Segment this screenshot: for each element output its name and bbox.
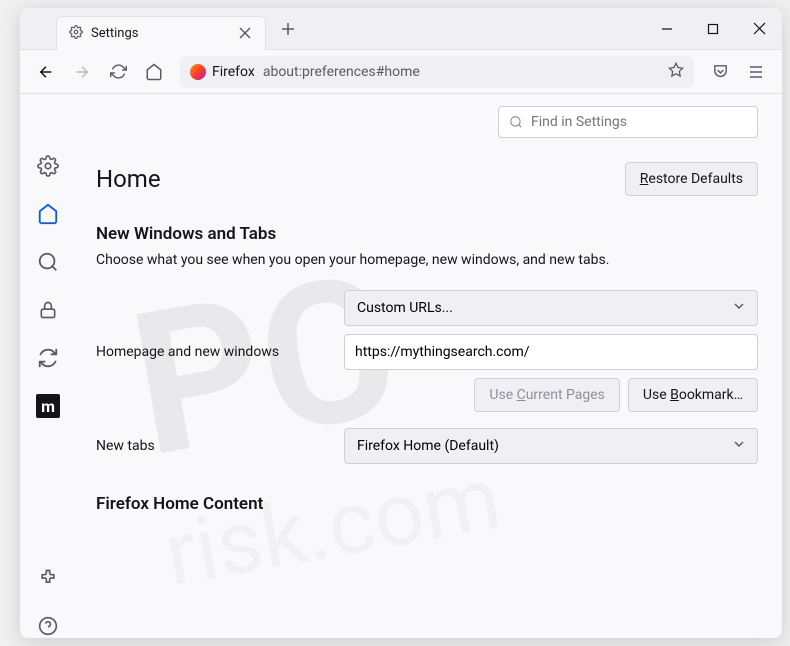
close-window-button[interactable]: [736, 8, 782, 50]
back-button[interactable]: [30, 56, 62, 88]
page-title: Home: [96, 165, 161, 193]
pocket-button[interactable]: [704, 56, 736, 88]
browser-window: Settings Firefox about:preferences#home: [20, 8, 782, 638]
newtabs-label: New tabs: [96, 438, 332, 454]
menu-button[interactable]: [740, 56, 772, 88]
help-icon[interactable]: [36, 614, 60, 638]
content-area: PCrisk.com m Home Restore Defaults: [20, 94, 782, 638]
more-from-mozilla-icon[interactable]: m: [36, 394, 60, 418]
new-tab-button[interactable]: [274, 15, 302, 43]
homepage-select-value: Custom URLs...: [357, 300, 453, 316]
use-bookmark-button[interactable]: Use Bookmark…: [628, 378, 758, 412]
settings-sidebar: m: [20, 94, 76, 638]
homepage-field-label: Homepage and new windows: [96, 344, 332, 360]
tab-title: Settings: [91, 26, 229, 41]
minimize-button[interactable]: [644, 8, 690, 50]
maximize-button[interactable]: [690, 8, 736, 50]
home-button[interactable]: [138, 56, 170, 88]
newtabs-select-value: Firefox Home (Default): [357, 438, 499, 454]
gear-icon: [69, 24, 83, 43]
nav-toolbar: Firefox about:preferences#home: [20, 50, 782, 94]
general-icon[interactable]: [36, 154, 60, 178]
sync-icon[interactable]: [36, 346, 60, 370]
browser-tab[interactable]: Settings: [56, 16, 266, 50]
privacy-icon[interactable]: [36, 298, 60, 322]
reload-button[interactable]: [102, 56, 134, 88]
section-description: Choose what you see when you open your h…: [96, 252, 758, 268]
settings-main: Home Restore Defaults New Windows and Ta…: [76, 94, 782, 638]
section-firefox-home-content: Firefox Home Content: [96, 494, 758, 514]
chevron-down-icon: [733, 438, 745, 454]
forward-button[interactable]: [66, 56, 98, 88]
bookmark-star-icon[interactable]: [668, 62, 684, 82]
home-section-icon[interactable]: [36, 202, 60, 226]
restore-defaults-button[interactable]: Restore Defaults: [625, 162, 758, 196]
settings-search-input[interactable]: [531, 114, 747, 130]
chevron-down-icon: [733, 300, 745, 316]
firefox-identity: Firefox: [190, 64, 255, 80]
homepage-url-input[interactable]: [344, 334, 758, 370]
use-current-pages-button[interactable]: Use Current Pages: [474, 378, 620, 412]
close-icon[interactable]: [237, 25, 253, 41]
url-text: about:preferences#home: [263, 64, 420, 80]
titlebar: Settings: [20, 8, 782, 50]
settings-search[interactable]: [498, 106, 758, 138]
search-section-icon[interactable]: [36, 250, 60, 274]
search-icon: [509, 115, 523, 129]
newtabs-select[interactable]: Firefox Home (Default): [344, 428, 758, 464]
url-bar[interactable]: Firefox about:preferences#home: [180, 56, 694, 88]
extensions-icon[interactable]: [36, 566, 60, 590]
homepage-mode-select[interactable]: Custom URLs...: [344, 290, 758, 326]
section-new-windows-tabs: New Windows and Tabs: [96, 224, 758, 244]
window-controls: [644, 8, 782, 50]
firefox-icon: [190, 64, 206, 80]
identity-label: Firefox: [212, 64, 255, 80]
